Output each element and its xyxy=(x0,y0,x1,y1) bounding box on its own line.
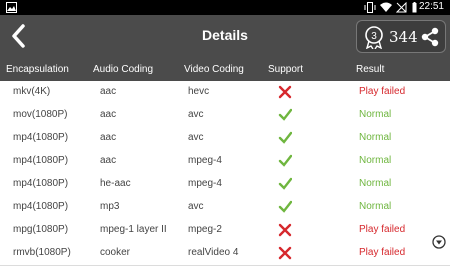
cell-video-coding: avc xyxy=(188,201,204,212)
cell-video-coding: mpeg-2 xyxy=(188,224,222,235)
cell-result: Normal xyxy=(359,178,392,189)
cell-result: Normal xyxy=(359,132,392,143)
column-header-support: Support xyxy=(268,64,304,75)
cell-encapsulation: mov(1080P) xyxy=(13,109,68,120)
cross-icon xyxy=(278,246,292,260)
app-bar: Details 3 344 xyxy=(0,15,450,57)
cell-video-coding: mpeg-4 xyxy=(188,178,222,189)
battery-icon xyxy=(412,2,417,13)
table-row: mp4(1080P) he-aac mpeg-4 Normal xyxy=(0,173,450,197)
status-bar: 22:51 xyxy=(0,0,450,15)
cell-encapsulation: mpg(1080P) xyxy=(13,224,69,235)
cell-audio-coding: aac xyxy=(100,109,117,120)
image-notification-icon xyxy=(6,2,17,13)
cell-audio-coding: aac xyxy=(100,155,117,166)
column-header-audio-coding: Audio Coding xyxy=(93,64,154,75)
cell-result: Play failed xyxy=(359,224,406,235)
cell-audio-coding: mp3 xyxy=(100,201,120,212)
cell-result: Normal xyxy=(359,155,392,166)
cell-encapsulation: mp4(1080P) xyxy=(13,178,69,189)
table-row: mp4(1080P) mp3 avc Normal xyxy=(0,196,450,220)
cell-result: Normal xyxy=(359,201,392,212)
table-row: mov(1080P) aac avc Normal xyxy=(0,104,450,128)
table-row: mkv(4K) aac hevc Play failed xyxy=(0,81,450,105)
vibrate-icon xyxy=(364,2,376,13)
scroll-down-icon[interactable] xyxy=(432,235,446,249)
cell-video-coding: mpeg-4 xyxy=(188,155,222,166)
column-header-result: Result xyxy=(356,64,385,75)
cell-encapsulation: mp4(1080P) xyxy=(13,132,69,143)
cell-encapsulation: mp4(1080P) xyxy=(13,201,69,212)
cross-icon xyxy=(278,85,292,99)
cell-audio-coding: aac xyxy=(100,86,117,97)
status-time: 22:51 xyxy=(418,1,444,12)
table-row: mpg(1080P) mpeg-1 layer II mpeg-2 Play fail… xyxy=(0,219,450,243)
cell-audio-coding: aac xyxy=(100,132,117,143)
check-icon xyxy=(278,200,292,213)
wifi-icon xyxy=(380,2,392,12)
score-share-badge[interactable]: 3 344 xyxy=(356,20,446,53)
check-icon xyxy=(278,108,292,121)
medal-icon: 3 xyxy=(365,26,383,49)
cell-audio-coding: he-aac xyxy=(100,178,131,189)
cell-encapsulation: mkv(4K) xyxy=(13,86,51,97)
cell-video-coding: hevc xyxy=(188,86,210,97)
column-header-video-coding: Video Coding xyxy=(184,64,244,75)
score-count: 344 xyxy=(389,28,418,46)
check-icon xyxy=(278,131,292,144)
cell-encapsulation: mp4(1080P) xyxy=(13,155,69,166)
no-sim-icon xyxy=(396,2,407,13)
check-icon xyxy=(278,154,292,167)
share-icon[interactable] xyxy=(421,27,439,47)
cross-icon xyxy=(278,223,292,237)
svg-text:3: 3 xyxy=(371,31,377,42)
table-row: mp4(1080P) aac mpeg-4 Normal xyxy=(0,150,450,174)
cell-audio-coding: mpeg-1 layer II xyxy=(100,224,167,235)
table-row: mp4(1080P) aac avc Normal xyxy=(0,127,450,151)
cell-result: Normal xyxy=(359,109,392,120)
cell-result: Play failed xyxy=(359,86,406,97)
column-header-encapsulation: Encapsulation xyxy=(6,64,69,75)
cell-video-coding: avc xyxy=(188,132,204,143)
cell-video-coding: avc xyxy=(188,109,204,120)
check-icon xyxy=(278,177,292,190)
table-header: Encapsulation Audio Coding Video Coding … xyxy=(0,57,450,81)
table-row: rmvb(1080P) cooker realVideo 4 Play failed xyxy=(0,242,450,266)
